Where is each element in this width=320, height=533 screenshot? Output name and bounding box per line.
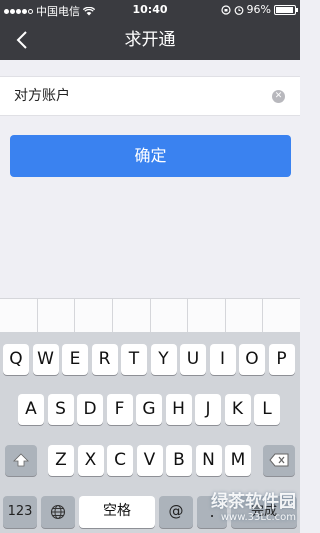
shift-icon <box>13 453 29 467</box>
account-input[interactable]: 对方账户 <box>14 77 70 115</box>
keyboard-suggestion-bar <box>0 298 300 332</box>
alarm-icon <box>234 5 243 15</box>
key-i[interactable]: I <box>209 344 236 375</box>
key-v[interactable]: V <box>136 445 163 476</box>
top-bar: 中国电信 10:40 96% 求开通 <box>0 0 300 60</box>
confirm-button[interactable]: 确定 <box>10 135 291 177</box>
navigation-bar: 求开通 <box>0 20 300 60</box>
key-y[interactable]: Y <box>150 344 177 375</box>
key-p[interactable]: P <box>268 344 295 375</box>
key-o[interactable]: O <box>239 344 265 375</box>
watermark-logo: 绿茶软件园 www.33Lc.com <box>211 492 296 523</box>
key-u[interactable]: U <box>180 344 206 375</box>
backspace-key[interactable] <box>263 445 295 476</box>
key-d[interactable]: D <box>77 394 103 425</box>
key-a[interactable]: A <box>18 394 44 425</box>
key-l[interactable]: L <box>254 394 280 425</box>
key-b[interactable]: B <box>166 445 192 476</box>
key-z[interactable]: Z <box>48 445 74 476</box>
status-bar: 中国电信 10:40 96% <box>0 0 300 20</box>
backspace-icon <box>269 453 289 467</box>
key-j[interactable]: J <box>195 394 221 425</box>
battery-percentage: 96% <box>246 3 271 16</box>
key-k[interactable]: K <box>224 394 251 425</box>
key-f[interactable]: F <box>106 394 133 425</box>
key-r[interactable]: R <box>91 344 118 375</box>
key-h[interactable]: H <box>165 394 192 425</box>
key-e[interactable]: E <box>62 344 88 375</box>
space-key[interactable]: 空格 <box>79 496 155 528</box>
at-key[interactable]: @ <box>159 496 193 528</box>
globe-icon <box>50 504 66 520</box>
key-s[interactable]: S <box>47 394 74 425</box>
key-c[interactable]: C <box>107 445 133 476</box>
key-x[interactable]: X <box>77 445 104 476</box>
numbers-key[interactable]: 123 <box>3 496 37 528</box>
keyboard: QWERTYUIOP ASDFGHJKL ZXCVBNM 123 空格 @ . … <box>0 332 300 533</box>
account-field[interactable]: 对方账户 ✕ <box>0 76 300 116</box>
page-title: 求开通 <box>124 30 176 50</box>
battery-icon <box>274 4 298 15</box>
rotation-lock-icon <box>220 4 231 15</box>
globe-key[interactable] <box>41 496 75 528</box>
key-q[interactable]: Q <box>3 344 29 375</box>
shift-key[interactable] <box>5 445 37 476</box>
key-w[interactable]: W <box>32 344 59 375</box>
key-g[interactable]: G <box>136 394 162 425</box>
key-m[interactable]: M <box>225 445 251 476</box>
key-t[interactable]: T <box>121 344 147 375</box>
clear-input-icon[interactable]: ✕ <box>272 90 285 103</box>
key-n[interactable]: N <box>195 445 222 476</box>
